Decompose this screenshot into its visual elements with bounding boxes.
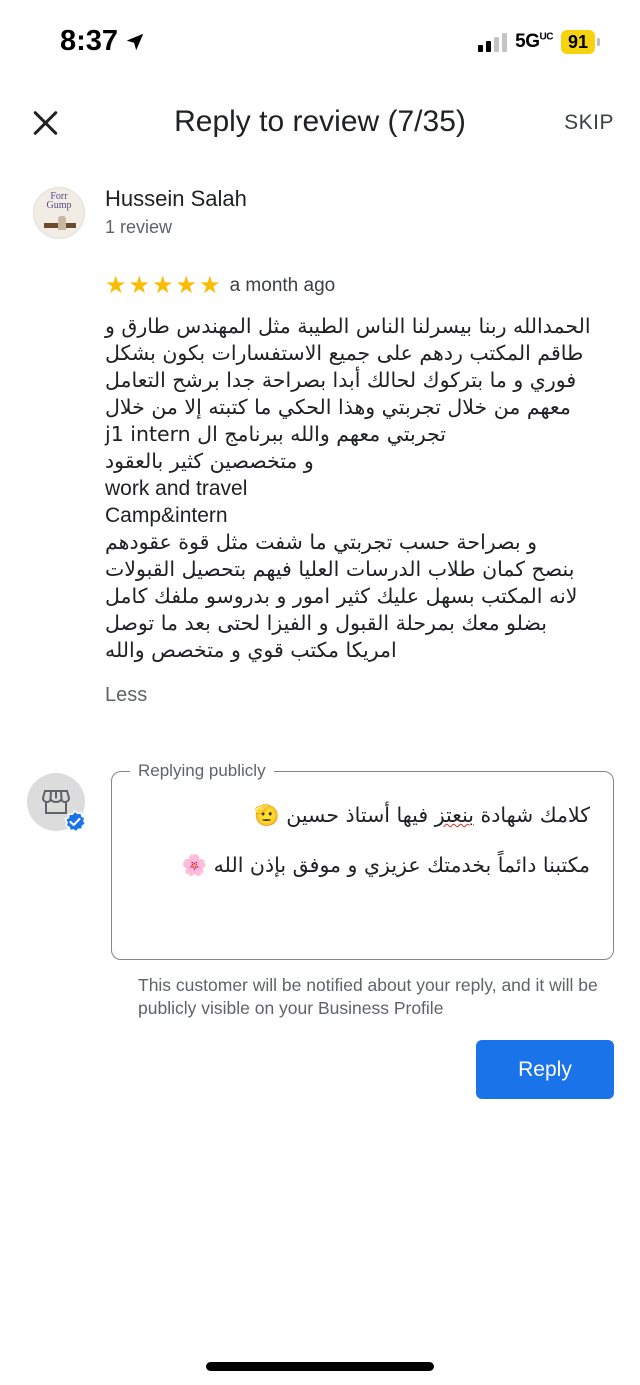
star-icon: ★ (105, 272, 127, 299)
less-link[interactable]: Less (105, 684, 147, 707)
reply-text-line: مكتبنا دائماً بخدمتك عزيزي و موفق بإذن ا… (181, 853, 590, 877)
review-line: طاقم المكتب ردهم على جميع الاستفسارات بك… (105, 341, 584, 365)
review-line: و متخصصين كثير بالعقود (105, 449, 314, 473)
status-bar: 8:37 5GUC 91 (0, 0, 640, 84)
location-arrow-icon (126, 33, 144, 50)
status-time: 8:37 (60, 25, 146, 58)
reply-box-label: Replying publicly (130, 761, 274, 781)
review-line: Camp&intern (105, 504, 228, 527)
reply-visibility-notice: This customer will be notified about you… (138, 975, 598, 1018)
review-date: a month ago (229, 275, 336, 296)
reviewer-review-count: 1 review (105, 217, 173, 237)
star-icon: ★ (175, 272, 198, 299)
review-line: معهم من خلال تجربتي وهذا الحكي ما كتبته … (105, 395, 571, 419)
reply-text-line: كلامك شهادة بنعتز فيها أستاذ حسين 🫡 (254, 803, 590, 827)
star-icon: ★ (128, 272, 151, 299)
review-line: الحمدالله ربنا بيسرلنا الناس الطيبة مثل … (105, 314, 591, 338)
review-line: تجربتي معهم والله ببرنامج ال j1 intern (105, 422, 447, 446)
review-line: work and travel (105, 477, 248, 500)
status-indicators: 5GUC 91 (478, 30, 600, 54)
review-line: و بصراحة حسب تجربتي ما شفت مثل قوة عقوده… (105, 530, 538, 554)
review-line: بضلو معك بمرحلة القبول و الفيزا لحتى بعد… (105, 611, 547, 635)
home-indicator[interactable] (206, 1362, 434, 1371)
battery-cap-icon (597, 38, 600, 46)
rating-row: ★ ★ ★ ★ ★ a month ago (105, 274, 335, 298)
skip-button[interactable]: SKIP (564, 111, 614, 135)
clock: 8:37 (60, 25, 119, 57)
review-line: بنصح كمان طلاب الدرسات العليا فيهم بتحصي… (105, 557, 575, 581)
avatar-person-shape (58, 216, 66, 230)
star-icon: ★ (199, 272, 221, 299)
reply-textarea[interactable]: كلامك شهادة بنعتز فيها أستاذ حسين 🫡 مكتب… (130, 798, 590, 882)
review-line: لانه المكتب بسهل عليك كثير امور و بدروسو… (105, 584, 578, 608)
network-type: 5GUC (515, 31, 553, 52)
page-title: Reply to review (7/35) (174, 105, 466, 138)
reviewer-name[interactable]: Hussein Salah (105, 186, 247, 212)
star-rating: ★ ★ ★ ★ ★ (105, 274, 221, 298)
verified-badge-icon (64, 810, 87, 833)
spellcheck-flagged-word[interactable]: بنعتز (435, 803, 474, 827)
reviewer-avatar[interactable]: Forr Gump (33, 187, 85, 239)
reply-button[interactable]: Reply (476, 1040, 614, 1099)
review-line: امريكا مكتب قوي و متخصص والله (105, 638, 397, 662)
header: Reply to review (7/35) SKIP (0, 95, 640, 151)
battery-level: 91 (560, 30, 595, 54)
review-text: الحمدالله ربنا بيسرلنا الناس الطيبة مثل … (105, 313, 605, 664)
signal-icon (478, 32, 508, 52)
avatar-logo-text: Forr Gump (46, 191, 72, 211)
star-icon: ★ (152, 272, 174, 299)
review-line: فوري و ما بتركوك لحالك أبدا بصراحة جدا ب… (105, 368, 577, 392)
